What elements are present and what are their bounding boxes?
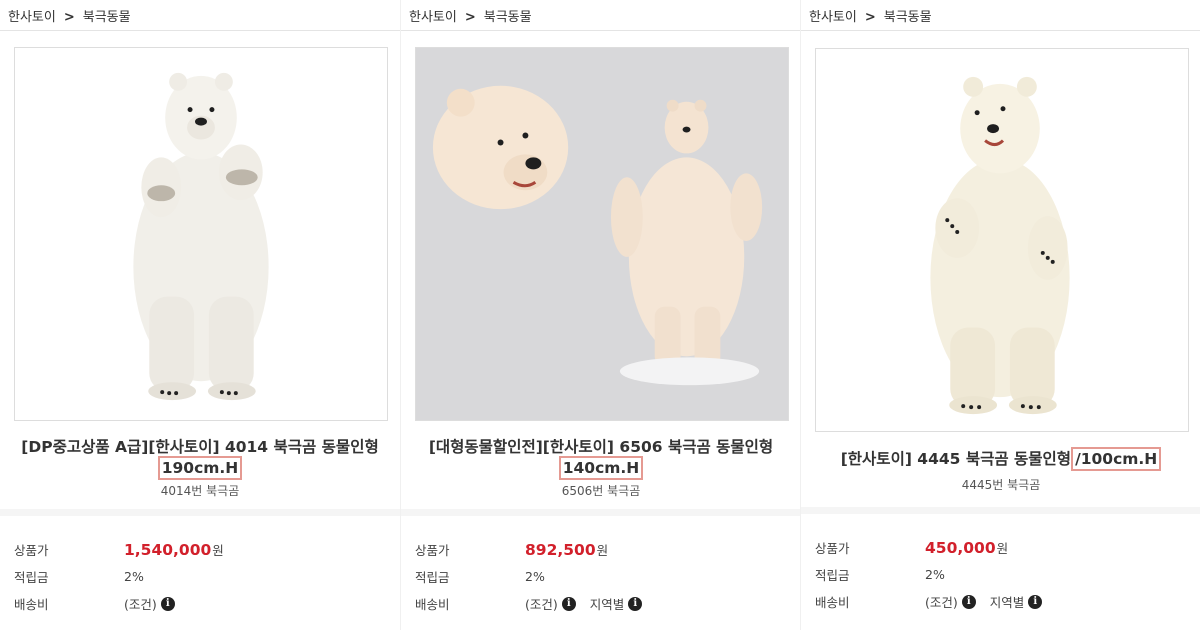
info-icon[interactable]: i	[561, 596, 576, 611]
breadcrumb-divider	[801, 30, 1200, 31]
shipping-condition: (조건)	[525, 597, 558, 612]
points-value: 2%	[525, 569, 545, 584]
product-subtitle: 6506번 북극곰	[561, 484, 641, 498]
product-card-4014: 한사토이 > 북극동물 [DP중고상품 A급][한사토이] 4014 북극곰 동…	[0, 0, 400, 630]
product-info: 상품가 450,000 원 적립금 2% 배송비 (조건) i 지역별 i	[815, 534, 1190, 615]
product-info: 상품가 892,500 원 적립금 2% 배송비 (조건) i 지역별 i	[415, 536, 790, 617]
points-value: 2%	[124, 569, 144, 584]
breadcrumb: 한사토이 > 북극동물	[809, 10, 932, 25]
breadcrumb-category[interactable]: 북극동물	[83, 10, 131, 25]
product-image[interactable]	[415, 47, 789, 421]
breadcrumb-divider	[401, 30, 800, 31]
breadcrumb-home[interactable]: 한사토이	[409, 10, 457, 25]
shipping-condition: (조건)	[925, 595, 958, 610]
shipping-row: 배송비 (조건) i 지역별 i	[415, 590, 790, 617]
height-highlight: /100cm.H	[1071, 447, 1162, 471]
info-icon[interactable]: i	[628, 596, 643, 611]
points-row: 적립금 2%	[815, 567, 945, 583]
price-value: 450,000	[925, 538, 996, 557]
polar-bear-standing-image	[816, 49, 1188, 431]
shipping-row: 배송비 (조건) i	[14, 590, 390, 617]
section-divider	[0, 509, 400, 516]
price-row: 상품가 892,500 원	[415, 540, 609, 559]
section-divider	[401, 509, 800, 516]
product-info: 상품가 1,540,000 원 적립금 2% 배송비 (조건) i	[14, 536, 390, 617]
breadcrumb-category[interactable]: 북극동물	[884, 10, 932, 25]
points-row: 적립금 2%	[14, 569, 144, 585]
breadcrumb: 한사토이 > 북극동물	[8, 10, 131, 25]
polar-bear-standing-image	[15, 48, 387, 420]
info-icon[interactable]: i	[1028, 594, 1043, 609]
breadcrumb-home[interactable]: 한사토이	[8, 10, 56, 25]
shipping-condition: (조건)	[124, 597, 157, 612]
product-title[interactable]: [대형동물할인전][한사토이] 6506 북극곰 동물인형 140cm.H	[421, 437, 781, 480]
height-highlight: 140cm.H	[558, 456, 644, 480]
product-subtitle: 4445번 북극곰	[961, 478, 1041, 492]
shipping-region: 지역별	[589, 597, 625, 612]
product-card-6506: 한사토이 > 북극동물 [대형동물할인전][한사토이] 6506 북극곰 동물인…	[400, 0, 800, 630]
section-divider	[801, 507, 1200, 514]
breadcrumb: 한사토이 > 북극동물	[409, 10, 532, 25]
points-value: 2%	[925, 567, 945, 582]
breadcrumb-category[interactable]: 북극동물	[484, 10, 532, 25]
info-icon[interactable]: i	[961, 594, 976, 609]
price-value: 892,500	[525, 540, 596, 559]
shipping-region: 지역별	[989, 595, 1025, 610]
polar-bear-head-and-body-image	[416, 48, 788, 420]
product-subtitle: 4014번 북극곰	[160, 484, 240, 498]
breadcrumb-home[interactable]: 한사토이	[809, 10, 857, 25]
info-icon[interactable]: i	[160, 596, 175, 611]
product-image[interactable]	[815, 48, 1189, 432]
price-row: 상품가 450,000 원	[815, 538, 1009, 557]
product-image[interactable]	[14, 47, 388, 421]
breadcrumb-divider	[0, 30, 400, 31]
shipping-row: 배송비 (조건) i 지역별 i	[815, 588, 1190, 615]
price-value: 1,540,000	[124, 540, 212, 559]
product-title[interactable]: [DP중고상품 A급][한사토이] 4014 북극곰 동물인형 190cm.H	[20, 437, 380, 480]
price-row: 상품가 1,540,000 원	[14, 540, 224, 559]
product-title[interactable]: [한사토이] 4445 북극곰 동물인형/100cm.H	[821, 447, 1181, 471]
height-highlight: 190cm.H	[157, 456, 243, 480]
product-card-4445: 한사토이 > 북극동물 [한사토이] 4445 북극곰 동물인형/100cm.H 4…	[800, 0, 1200, 630]
points-row: 적립금 2%	[415, 569, 545, 585]
